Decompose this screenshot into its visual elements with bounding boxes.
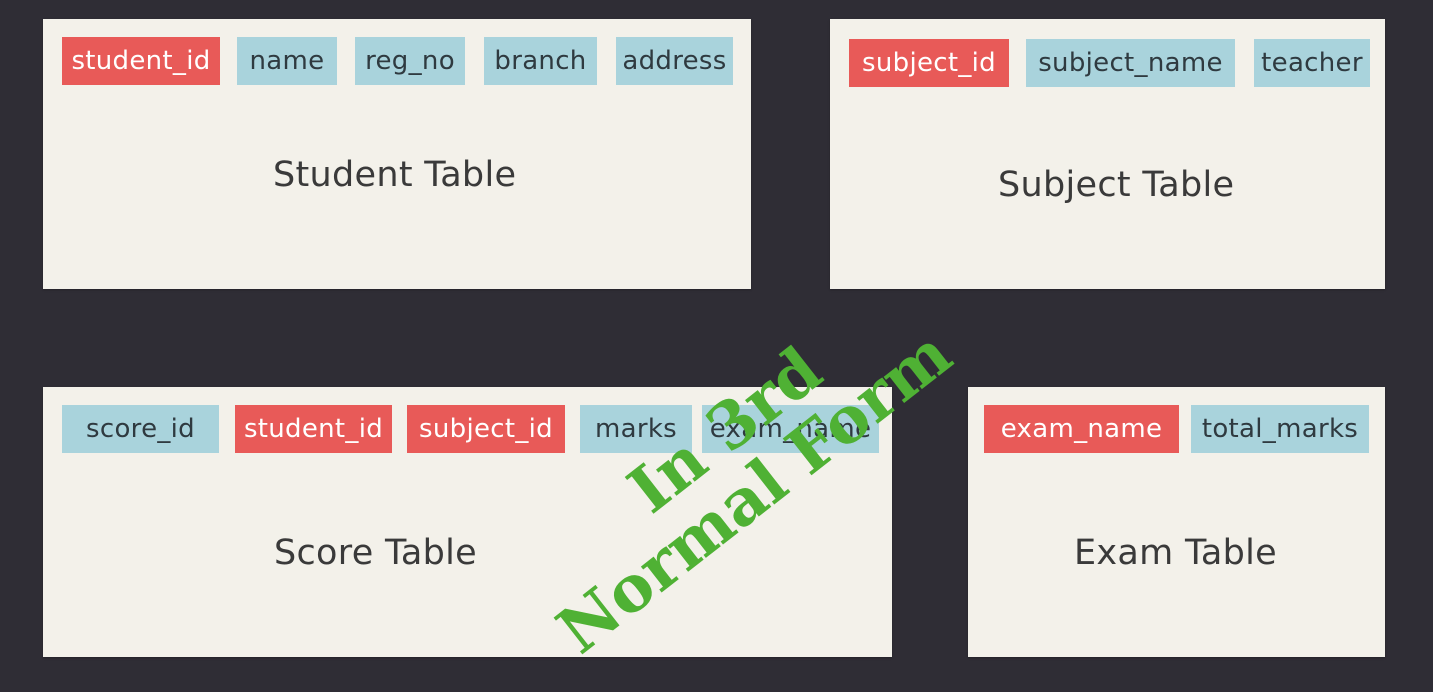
student-table-title: Student Table bbox=[273, 155, 517, 195]
student-table-field-address: address bbox=[616, 37, 733, 85]
subject-table-field-subject-id: subject_id bbox=[849, 39, 1009, 87]
subject-table-field-teacher: teacher bbox=[1254, 39, 1370, 87]
score-table-field-marks: marks bbox=[580, 405, 692, 453]
student-table-field-name: name bbox=[237, 37, 337, 85]
score-table-field-score-id: score_id bbox=[62, 405, 219, 453]
subject-table-field-subject-name: subject_name bbox=[1026, 39, 1235, 87]
student-table-field-reg-no: reg_no bbox=[355, 37, 465, 85]
exam-table-card: exam_name total_marks Exam Table bbox=[968, 387, 1385, 657]
exam-table-field-total-marks: total_marks bbox=[1191, 405, 1369, 453]
student-table-field-branch: branch bbox=[484, 37, 597, 85]
subject-table-title: Subject Table bbox=[998, 165, 1235, 205]
score-table-field-subject-id: subject_id bbox=[407, 405, 565, 453]
subject-table-card: subject_id subject_name teacher Subject … bbox=[830, 19, 1385, 289]
student-table-card: student_id name reg_no branch address St… bbox=[43, 19, 751, 289]
exam-table-title: Exam Table bbox=[1074, 533, 1278, 573]
score-table-field-exam-name: exam_name bbox=[702, 405, 879, 453]
exam-table-field-exam-name: exam_name bbox=[984, 405, 1179, 453]
score-table-card: score_id student_id subject_id marks exa… bbox=[43, 387, 892, 657]
student-table-field-student-id: student_id bbox=[62, 37, 220, 85]
score-table-title: Score Table bbox=[274, 533, 477, 573]
score-table-field-student-id: student_id bbox=[235, 405, 392, 453]
